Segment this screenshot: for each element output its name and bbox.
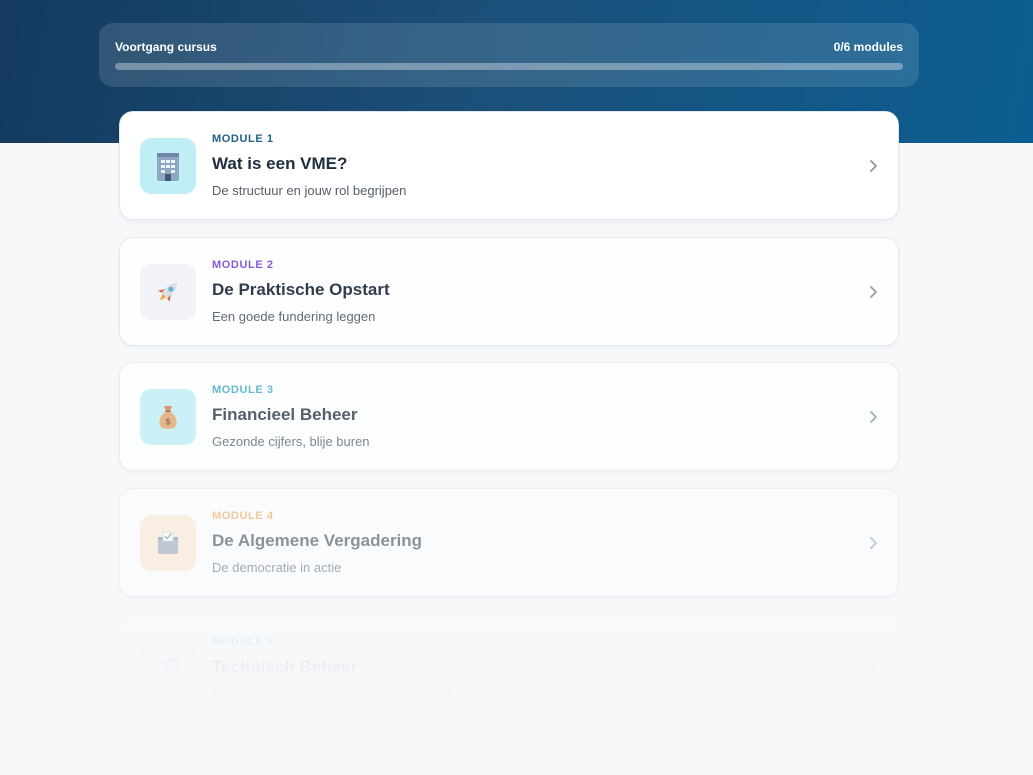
module-subtitle: Zorgen dat het gebouw in topconditie bli…: [212, 686, 453, 701]
module-title: De Praktische Opstart: [212, 280, 390, 299]
module-label: MODULE 4: [212, 510, 274, 522]
svg-text:$: $: [165, 417, 171, 427]
module-subtitle: Een goede fundering leggen: [212, 309, 376, 324]
module-title: Financieel Beheer: [212, 405, 358, 424]
chevron-right-icon: [870, 410, 877, 423]
money-bag-icon: $: [140, 388, 196, 445]
module-card-2[interactable]: MODULE 2 De Praktische Opstart Een goede…: [119, 237, 899, 346]
progress-title: Voortgang cursus: [115, 40, 217, 54]
module-label: MODULE 2: [212, 259, 274, 271]
progress-count: 0/6 modules: [833, 40, 903, 54]
module-card-3[interactable]: $ MODULE 3 Financieel Beheer Gezonde cij…: [119, 362, 899, 471]
module-subtitle: De democratie in actie: [212, 560, 342, 575]
module-title: Technisch Beheer: [212, 657, 358, 676]
course-progress-card: Voortgang cursus 0/6 modules: [99, 23, 919, 87]
chevron-right-icon: [870, 285, 877, 298]
progress-bar: [115, 63, 903, 70]
module-label: MODULE 5: [212, 636, 274, 648]
chevron-right-icon: [870, 536, 877, 549]
module-subtitle: Gezonde cijfers, blije buren: [212, 434, 370, 449]
chevron-right-icon: [870, 159, 877, 172]
module-title: Wat is een VME?: [212, 154, 348, 173]
module-card-4[interactable]: MODULE 4 De Algemene Vergadering De demo…: [119, 488, 899, 597]
wrench-icon: [140, 640, 196, 697]
module-subtitle: De structuur en jouw rol begrijpen: [212, 183, 407, 198]
module-card-5[interactable]: MODULE 5 Technisch Beheer Zorgen dat het…: [119, 614, 899, 723]
building-icon: [140, 137, 196, 194]
chevron-right-icon: [870, 662, 877, 675]
rocket-icon: [140, 263, 196, 320]
module-list: MODULE 1 Wat is een VME? De structuur en…: [119, 111, 899, 740]
ballot-box-icon: [140, 514, 196, 571]
module-title: De Algemene Vergadering: [212, 531, 423, 550]
module-label: MODULE 3: [212, 384, 274, 396]
module-card-1[interactable]: MODULE 1 Wat is een VME? De structuur en…: [119, 111, 899, 220]
module-label: MODULE 1: [212, 133, 274, 145]
